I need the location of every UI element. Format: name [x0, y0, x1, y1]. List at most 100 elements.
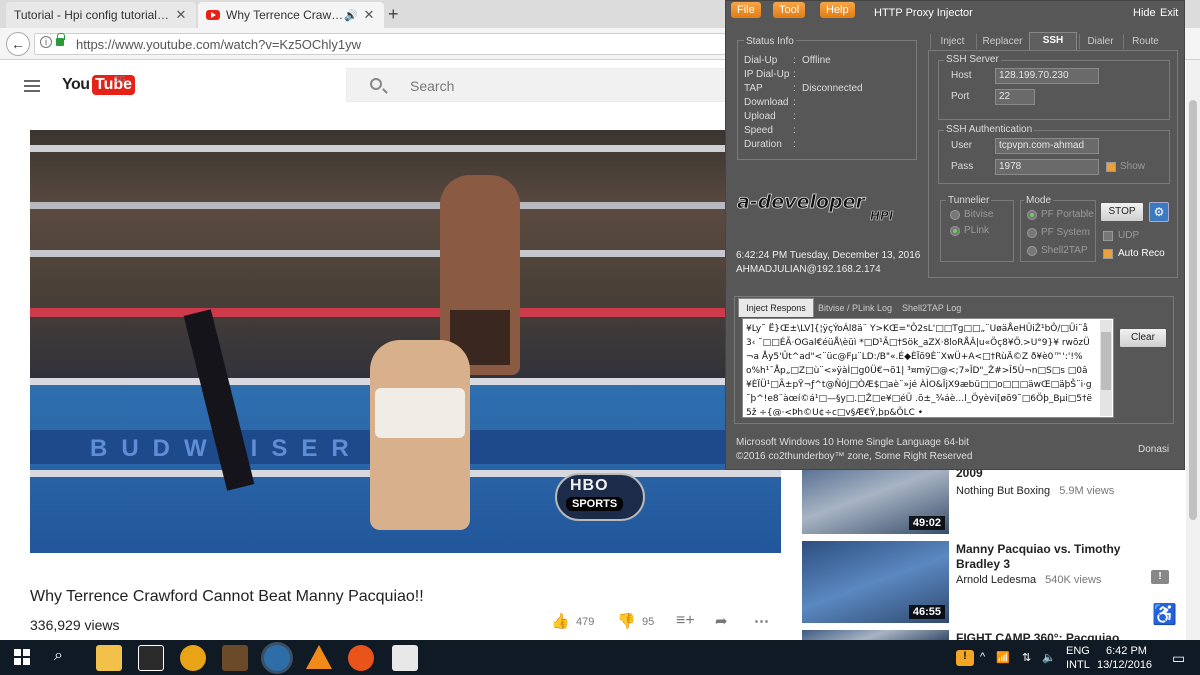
host-field[interactable]: 128.199.70.230 [995, 68, 1099, 84]
menu-tool[interactable]: Tool [773, 2, 806, 18]
datetime-text: 6:42:24 PM Tuesday, December 13, 2016 [736, 250, 921, 261]
bitvise-label: Bitvise [964, 209, 994, 220]
auto-reconnect-checkbox[interactable] [1103, 249, 1113, 259]
action-center-icon[interactable]: ▭ [1172, 650, 1185, 667]
recommendation-thumbnail[interactable]: 46:55 [802, 541, 949, 623]
tab-replacer[interactable]: Replacer [976, 34, 1028, 49]
tab-ssh[interactable]: SSH [1029, 32, 1077, 50]
menu-help[interactable]: Help [820, 2, 855, 18]
pf-portable-label: PF Portable [1041, 209, 1094, 220]
tab-route[interactable]: Route [1123, 34, 1167, 49]
search-placeholder: Search [410, 78, 455, 94]
sports-logo-text: SPORTS [566, 497, 624, 511]
new-tab-button[interactable]: + [388, 4, 399, 25]
tab-dialer[interactable]: Dialer [1079, 34, 1121, 49]
clock-time[interactable]: 6:42 PM [1106, 645, 1147, 657]
status-colon: : [793, 69, 796, 80]
pass-label: Pass [951, 161, 974, 172]
ring-rope [30, 145, 781, 152]
video-player[interactable]: BUDWEISER HBO SPORTS [30, 130, 781, 553]
volume-icon[interactable]: 🔈 [1042, 651, 1056, 664]
search-input[interactable] [346, 68, 726, 102]
wifi-icon[interactable]: 📶 [996, 651, 1010, 664]
window-title: HTTP Proxy Injector [874, 7, 973, 19]
port-field[interactable]: 22 [995, 89, 1035, 105]
page-scrollbar-thumb[interactable] [1189, 100, 1197, 520]
recommendation-title[interactable]: FIGHT CAMP 360°: Pacquiao [956, 631, 1126, 640]
add-to-playlist-icon[interactable]: ≡+ [676, 612, 695, 630]
back-button[interactable]: ← [6, 32, 30, 56]
plink-radio[interactable] [950, 226, 960, 236]
dislike-icon[interactable]: 👎 [617, 612, 636, 630]
recommendation-thumbnail[interactable] [802, 630, 949, 640]
view-count: 336,929 views [30, 617, 120, 633]
log-scrollbar-thumb[interactable] [1101, 332, 1111, 390]
close-tab-icon[interactable]: ✕ [362, 7, 376, 23]
browser-tab-tutorial[interactable]: Tutorial - Hpi config tutorial+r... ✕ [6, 2, 196, 28]
tab-title: Why Terrence Crawfor... [226, 8, 345, 22]
close-tab-icon[interactable]: ✕ [174, 7, 188, 23]
like-icon[interactable]: 👍 [551, 612, 570, 630]
port-label: Port [951, 91, 970, 102]
show-password-checkbox[interactable] [1106, 162, 1116, 172]
hide-button[interactable]: Hide [1133, 7, 1156, 19]
browser-tab-youtube[interactable]: Why Terrence Crawfor... 🔊 ✕ [198, 2, 384, 28]
ssh-auth-label: SSH Authentication [944, 124, 1035, 135]
user-label: User [951, 140, 973, 151]
os-info: Microsoft Windows 10 Home Single Languag… [736, 437, 969, 448]
tray-expand-icon[interactable]: ^ [980, 651, 985, 663]
clock-date[interactable]: 13/12/2016 [1097, 659, 1152, 671]
mode-label: Mode [1024, 195, 1054, 206]
norton-icon[interactable] [180, 645, 206, 671]
input-language[interactable]: ENG [1066, 645, 1090, 657]
stop-button[interactable]: STOP [1100, 202, 1144, 222]
speaker-icon[interactable]: 🔊 [344, 9, 358, 22]
search-icon[interactable] [370, 78, 382, 90]
clear-button[interactable]: Clear [1119, 328, 1167, 348]
vlc-icon[interactable] [306, 645, 332, 669]
notification-warning-icon[interactable]: ! [956, 650, 974, 666]
bitvise-radio[interactable] [950, 210, 960, 220]
info-icon[interactable]: i [40, 36, 52, 48]
url-text[interactable]: https://www.youtube.com/watch?v=Kz5OChly… [76, 37, 361, 52]
donasi-link[interactable]: Donasi [1138, 444, 1169, 455]
http-injector-taskbar-icon[interactable] [264, 645, 290, 671]
more-options-icon[interactable]: ⋯ [754, 612, 769, 630]
store-icon[interactable] [138, 645, 164, 671]
tab-inject[interactable]: Inject [930, 34, 974, 49]
shell2tap-radio[interactable] [1027, 246, 1037, 256]
ssh-server-label: SSH Server [944, 54, 1001, 65]
hbo-logo-text: HBO [570, 477, 609, 494]
accessibility-icon[interactable]: ♿ [1152, 602, 1177, 628]
udp-checkbox[interactable] [1103, 231, 1113, 241]
password-field[interactable]: 1978 [995, 159, 1099, 175]
status-colon: : [793, 139, 796, 150]
youtube-logo[interactable]: You [62, 76, 90, 94]
media-app-icon[interactable] [222, 645, 248, 671]
menu-file[interactable]: File [731, 2, 761, 18]
user-field[interactable]: tcpvpn.com-ahmad [995, 138, 1099, 154]
tab-shell2tap-log[interactable]: Shell2TAP Log [902, 303, 961, 313]
network-icon[interactable]: ⇅ [1022, 651, 1031, 664]
status-label: Duration [744, 139, 782, 150]
tab-bitvise-plink-log[interactable]: Bitvise / PLink Log [818, 303, 892, 313]
file-explorer-icon[interactable] [96, 645, 122, 671]
share-icon[interactable]: ➦ [715, 612, 728, 630]
firefox-icon[interactable] [348, 645, 374, 671]
photos-icon[interactable] [392, 645, 418, 671]
settings-globe-icon[interactable]: ⚙ [1149, 202, 1169, 222]
status-colon: : [793, 83, 796, 94]
taskbar-search-icon[interactable]: ⌕ [54, 647, 63, 665]
recommendation-title[interactable]: Manny Pacquiao vs. Timothy Bradley 3 [956, 542, 1126, 572]
pf-portable-radio[interactable] [1027, 210, 1037, 220]
tab-inject-response[interactable]: Inject Respons [738, 298, 814, 317]
pf-system-radio[interactable] [1027, 228, 1037, 238]
keyboard-layout[interactable]: INTL [1066, 659, 1090, 671]
windows-start-icon[interactable] [14, 649, 30, 665]
feedback-icon[interactable]: ! [1151, 570, 1169, 584]
response-log-text: ¥Ly˜ Ë}Œ±\LV]{¦ÿçÝoÁl8ä¨ Y>KŒ="Ô2sL'□□Tg… [746, 324, 1092, 416]
exit-button[interactable]: Exit [1160, 7, 1178, 19]
boxer-shorts [375, 388, 465, 438]
menu-icon[interactable] [24, 80, 40, 92]
svg-text:a-developer: a-developer [737, 191, 867, 213]
